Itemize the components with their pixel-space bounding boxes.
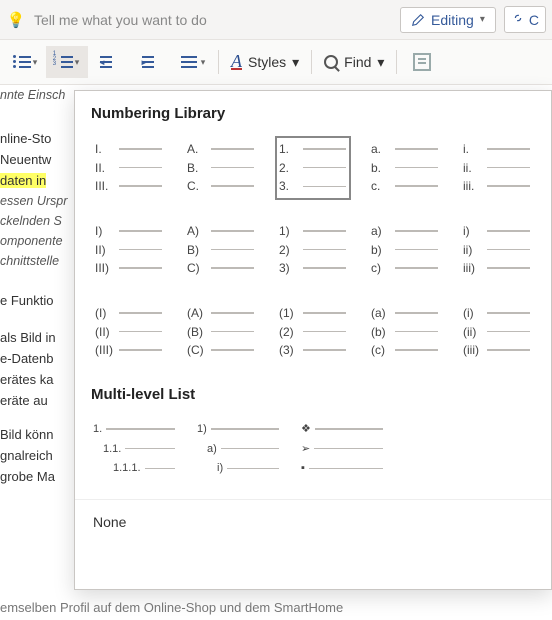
document-background: emselben Profil auf dem Online-Shop und … — [0, 600, 343, 615]
numbering-library-title: Numbering Library — [91, 105, 535, 122]
numbering-button[interactable]: ▾ — [46, 46, 88, 78]
link-icon — [511, 11, 525, 28]
find-button[interactable]: Find ▾ — [316, 46, 392, 78]
document-background: nnte Einsch nline-Sto Neuentw daten in e… — [0, 85, 80, 488]
numbering-none-option[interactable]: None — [75, 499, 551, 544]
multilevel-option-ml-bullets[interactable]: ❖➢▪ — [299, 417, 387, 481]
chevron-down-icon: ▾ — [292, 54, 299, 71]
numbering-option-roman-upper-paren[interactable]: I)II)III) — [91, 218, 167, 282]
numbering-option-alpha-upper-paren[interactable]: A)B)C) — [183, 218, 259, 282]
chevron-down-icon: ▾ — [75, 57, 80, 68]
ribbon-top: 💡 Tell me what you want to do Editing ▾ … — [0, 0, 552, 40]
lightbulb-icon: 💡 — [6, 11, 26, 29]
numbering-library-popup: Numbering Library I.II.III.A.B.C.1.2.3.a… — [74, 90, 552, 590]
tell-me-search[interactable]: Tell me what you want to do — [34, 12, 392, 28]
pen-icon — [411, 13, 425, 27]
decrease-indent-button[interactable] — [88, 46, 130, 78]
numbering-option-alpha-upper-dot[interactable]: A.B.C. — [183, 136, 259, 200]
editing-mode-button[interactable]: Editing ▾ — [400, 7, 496, 33]
align-button[interactable]: ▾ — [172, 46, 214, 78]
chevron-down-icon: ▾ — [377, 54, 384, 71]
bullets-icon — [13, 55, 31, 69]
navigation-pane-button[interactable] — [401, 46, 443, 78]
multilevel-option-ml-mixed[interactable]: 1)a)i) — [195, 417, 283, 481]
multilevel-options-grid: 1.1.1.1.1.1.1)a)i)❖➢▪ — [91, 417, 535, 481]
divider — [311, 50, 312, 74]
numbering-option-roman-lower-paren[interactable]: i)ii)iii) — [459, 218, 535, 282]
chevron-down-icon: ▾ — [201, 57, 206, 68]
ribbon-tools: ▾ ▾ ▾ A Styles ▾ Find ▾ — [0, 40, 552, 85]
align-icon — [181, 55, 199, 69]
numbering-option-alpha-upper-parens[interactable]: (A)(B)(C) — [183, 300, 259, 364]
numbering-option-roman-lower-parens[interactable]: (i)(ii)(iii) — [459, 300, 535, 364]
highlighted-text: daten in — [0, 173, 46, 188]
divider — [218, 50, 219, 74]
numbering-option-decimal-parens[interactable]: (1)(2)(3) — [275, 300, 351, 364]
numbering-option-roman-upper-parens[interactable]: (I)(II)(III) — [91, 300, 167, 364]
numbering-option-roman-upper-dot[interactable]: I.II.III. — [91, 136, 167, 200]
numbering-icon — [55, 55, 73, 69]
bullets-button[interactable]: ▾ — [4, 46, 46, 78]
numbering-option-decimal-dot[interactable]: 1.2.3. — [275, 136, 351, 200]
numbering-options-grid: I.II.III.A.B.C.1.2.3.a.b.c.i.ii.iii. I)II… — [91, 136, 535, 364]
search-icon — [324, 55, 338, 69]
numbering-option-alpha-lower-paren[interactable]: a)b)c) — [367, 218, 443, 282]
share-button[interactable]: C — [504, 6, 546, 33]
page-icon — [413, 53, 431, 71]
indent-icon — [142, 55, 160, 69]
numbering-option-decimal-paren[interactable]: 1)2)3) — [275, 218, 351, 282]
divider — [396, 50, 397, 74]
numbering-option-alpha-lower-dot[interactable]: a.b.c. — [367, 136, 443, 200]
styles-button[interactable]: A Styles ▾ — [223, 46, 307, 78]
increase-indent-button[interactable] — [130, 46, 172, 78]
outdent-icon — [100, 55, 118, 69]
editing-mode-label: Editing — [431, 12, 474, 28]
multilevel-title: Multi-level List — [91, 386, 535, 403]
numbering-option-roman-lower-dot[interactable]: i.ii.iii. — [459, 136, 535, 200]
multilevel-option-ml-decimal[interactable]: 1.1.1.1.1.1. — [91, 417, 179, 481]
numbering-option-alpha-lower-parens[interactable]: (a)(b)(c) — [367, 300, 443, 364]
styles-icon: A — [231, 54, 242, 70]
chevron-down-icon: ▾ — [480, 14, 485, 25]
chevron-down-icon: ▾ — [33, 57, 38, 68]
